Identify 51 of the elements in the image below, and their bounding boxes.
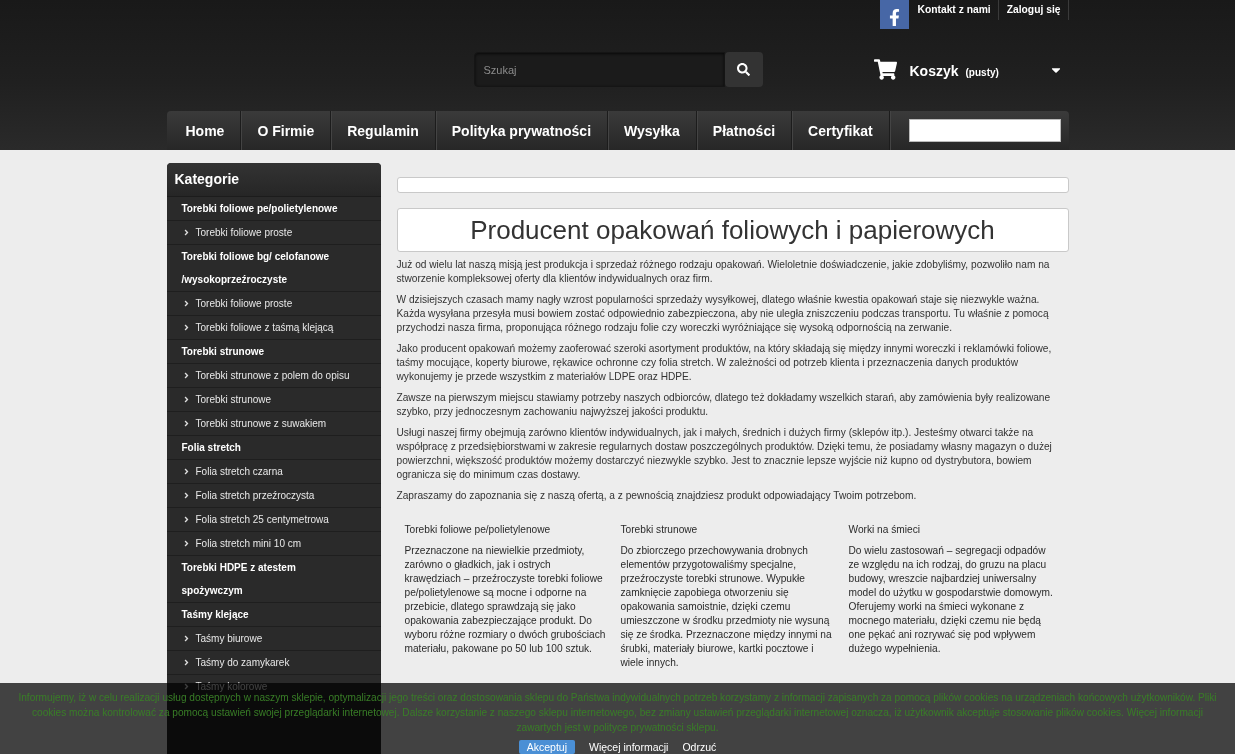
nav-link[interactable]: O Firmie (241, 111, 332, 150)
feature-heading: Torebki strunowe (620, 523, 699, 537)
subcategory-link[interactable]: Folia stretch mini 10 cm (166, 532, 381, 556)
nav-link[interactable]: Wysyłka (608, 111, 697, 150)
facebook-icon[interactable] (880, 0, 910, 29)
subcategory-link[interactable]: Torebki strunowe z polem do opisu (166, 364, 381, 388)
feature-text: Do wielu zastosowań – segregacji odpadów ze względu na ich rodzaj, do gruzu na placu budowy, wreszcie najbardziej uniwersalny model do użytku w gospodarstwie domowym. Oferujemy worki na śmieci wykonane z mocnego materiału, dzięki czemu nie będą one pękać ani rozrywać się pod wpływem dużego wypełnienia. (848, 544, 1054, 656)
feature-text: Przeznaczone na niewielkie przedmioty, zarówno o gładkich, jak i ostrych krawędziach – przeźroczyste torebki foliowe pe/polietylenowe są mocne i odporne na przebicie, dlatego sprawdzają się jako opakowania zabezpieczające produkt. Do wyboru różne rozmiary o dwóch grubościach materiału, pakowane po 50 lub 100 sztuk. (404, 544, 607, 656)
cart-icon[interactable] (873, 58, 897, 81)
category-link[interactable]: Taśmy klejące (166, 603, 381, 627)
page-title: Producent opakowań foliowych i papierowych (396, 208, 1069, 252)
intro-paragraph: Zapraszamy do zapoznania się z naszą ofertą, a z pewnością znajdziesz produkt odpowiadający Twoim potrzebom. (396, 489, 918, 503)
intro-paragraph: Już od wielu lat naszą misją jest produkcja i sprzedaż różnego rodzaju opakowań. Wieloletnie doświadczenie, jakie zdobyliśmy, pozwoliło nam na stworzenie kompleksowej oferty dla klientów indywidualnych oraz firm. (396, 258, 1051, 286)
top-link[interactable]: Kontakt z nami (909, 0, 999, 20)
intro-paragraph: W dzisiejszych czasach mamy nagły wzrost popularności sprzedaży wysyłkowej, dlatego właśnie kwestia opakowań staje się niezwykle ważna. Każda wysyłana przesyła musi bowiem zostać odpowiednio zabezpieczona, aby nie uległa zniszczeniu podczas transportu. Tu właśnie z pomocą przychodzi nasza firma, proponująca różnego rodzaju folie czy woreczki wyróżniające się wysoką odpornością na zerwanie. (396, 293, 1050, 335)
intro-paragraph: Usługi naszej firmy obejmują zarówno klientów indywidualnych, jak i małych, średnich i dużych firmy (sklepów itp.). Jesteśmy otwarci także na współpracę z przedsiębiorstwami w zakresie regularnych dostaw poszczególnych produktów. Dzięki temu, że posiadamy własny magazyn o dużej powierzchni, większość produktów możemy dostarczyć niezwykle szybko. Jest to znacznie lepsze wyjście niż kupno od dystrybutora, bowiem ogranicza się do minimum czas dostawy. (396, 426, 1053, 482)
category-link[interactable]: Folia stretch (166, 436, 381, 460)
subcategory-link[interactable]: Folia stretch 25 centymetrowa (166, 508, 381, 532)
intro-paragraph: Jako producent opakowań możemy zaoferować szeroki asortyment produktów, na który składają się między innymi woreczki i reklamówki foliowe, taśmy mocujące, koperty biurowe, rękawice ochronne czy folia stretch. W zależności od potrzeb klienta i przeznaczenia danych produktów wykonujemy je przede wszystkim z materiałów LDPE oraz HDPE. (396, 342, 1053, 384)
sidebar-title: Kategorie (166, 163, 381, 197)
subcategory-link[interactable]: Torebki foliowe proste (166, 221, 381, 245)
subcategory-link[interactable]: Torebki strunowe z suwakiem (166, 412, 381, 436)
nav-link[interactable]: Regulamin (331, 111, 436, 150)
category-link[interactable]: Torebki foliowe bg/ celofanowe /wysokoprzeźroczyste (166, 245, 381, 292)
subcategory-link[interactable]: Taśmy biurowe (166, 627, 381, 651)
category-link[interactable]: Torebki strunowe (166, 340, 381, 364)
search-icon (737, 63, 750, 76)
feature-heading: Worki na śmieci (848, 523, 921, 537)
category-link[interactable]: Torebki HDPE z atestem spożywczym (166, 556, 381, 603)
cart-status: (pusty) (965, 66, 999, 78)
search-field[interactable]: Szukaj (473, 52, 725, 87)
subcategory-link[interactable]: Taśmy do zamykarek (166, 651, 381, 675)
subcategory-link[interactable]: Torebki foliowe z taśmą klejącą (166, 316, 381, 340)
cart-label[interactable]: Koszyk (909, 63, 959, 79)
nav-link[interactable]: Płatności (696, 111, 793, 150)
subcategory-link[interactable]: Torebki strunowe (166, 388, 381, 412)
intro-paragraph: Zawsze na pierwszym miejscu stawiamy potrzeby naszych odbiorców, dlatego też dokładamy wszelkich starań, aby zamówienia były realizowane szybko, przy jednoczesnym zachowaniu najwyższej jakości produktu. (396, 391, 1052, 419)
nav-link[interactable]: Polityka prywatności (435, 111, 609, 150)
feature-heading: Torebki foliowe pe/polietylenowe (404, 523, 552, 537)
search-button[interactable] (724, 52, 763, 87)
subcategory-link[interactable]: Folia stretch przeźroczysta (166, 484, 381, 508)
feature-text: Do zbiorczego przechowywania drobnych elementów przygotowaliśmy specjalne, przeźroczyste torebki strunowe. Wypukłe zamknięcie zapobiega otworzeniu się opakowania samoistnie, dzięki czemu umieszczone w środku przedmioty nie wysuną się ze środka. Przeznaczone między innymi na śrubki, materiały biurowe, kartki pocztowe i wiele innych. (620, 544, 833, 670)
subcategory-link[interactable]: Folia stretch czarna (166, 460, 381, 484)
subcategory-link[interactable]: Torebki foliowe proste (166, 292, 381, 316)
cookie-link[interactable]: Odrzuć (682, 740, 717, 754)
nav-input-field[interactable] (908, 119, 1061, 142)
category-link[interactable]: Torebki foliowe pe/polietylenowe (166, 197, 381, 221)
nav-link[interactable]: Home (169, 111, 242, 150)
nav-link[interactable]: Certyfikat (792, 111, 890, 150)
top-link[interactable]: Zaloguj się (998, 0, 1069, 20)
cookie-link[interactable]: Więcej informacji (589, 740, 669, 754)
